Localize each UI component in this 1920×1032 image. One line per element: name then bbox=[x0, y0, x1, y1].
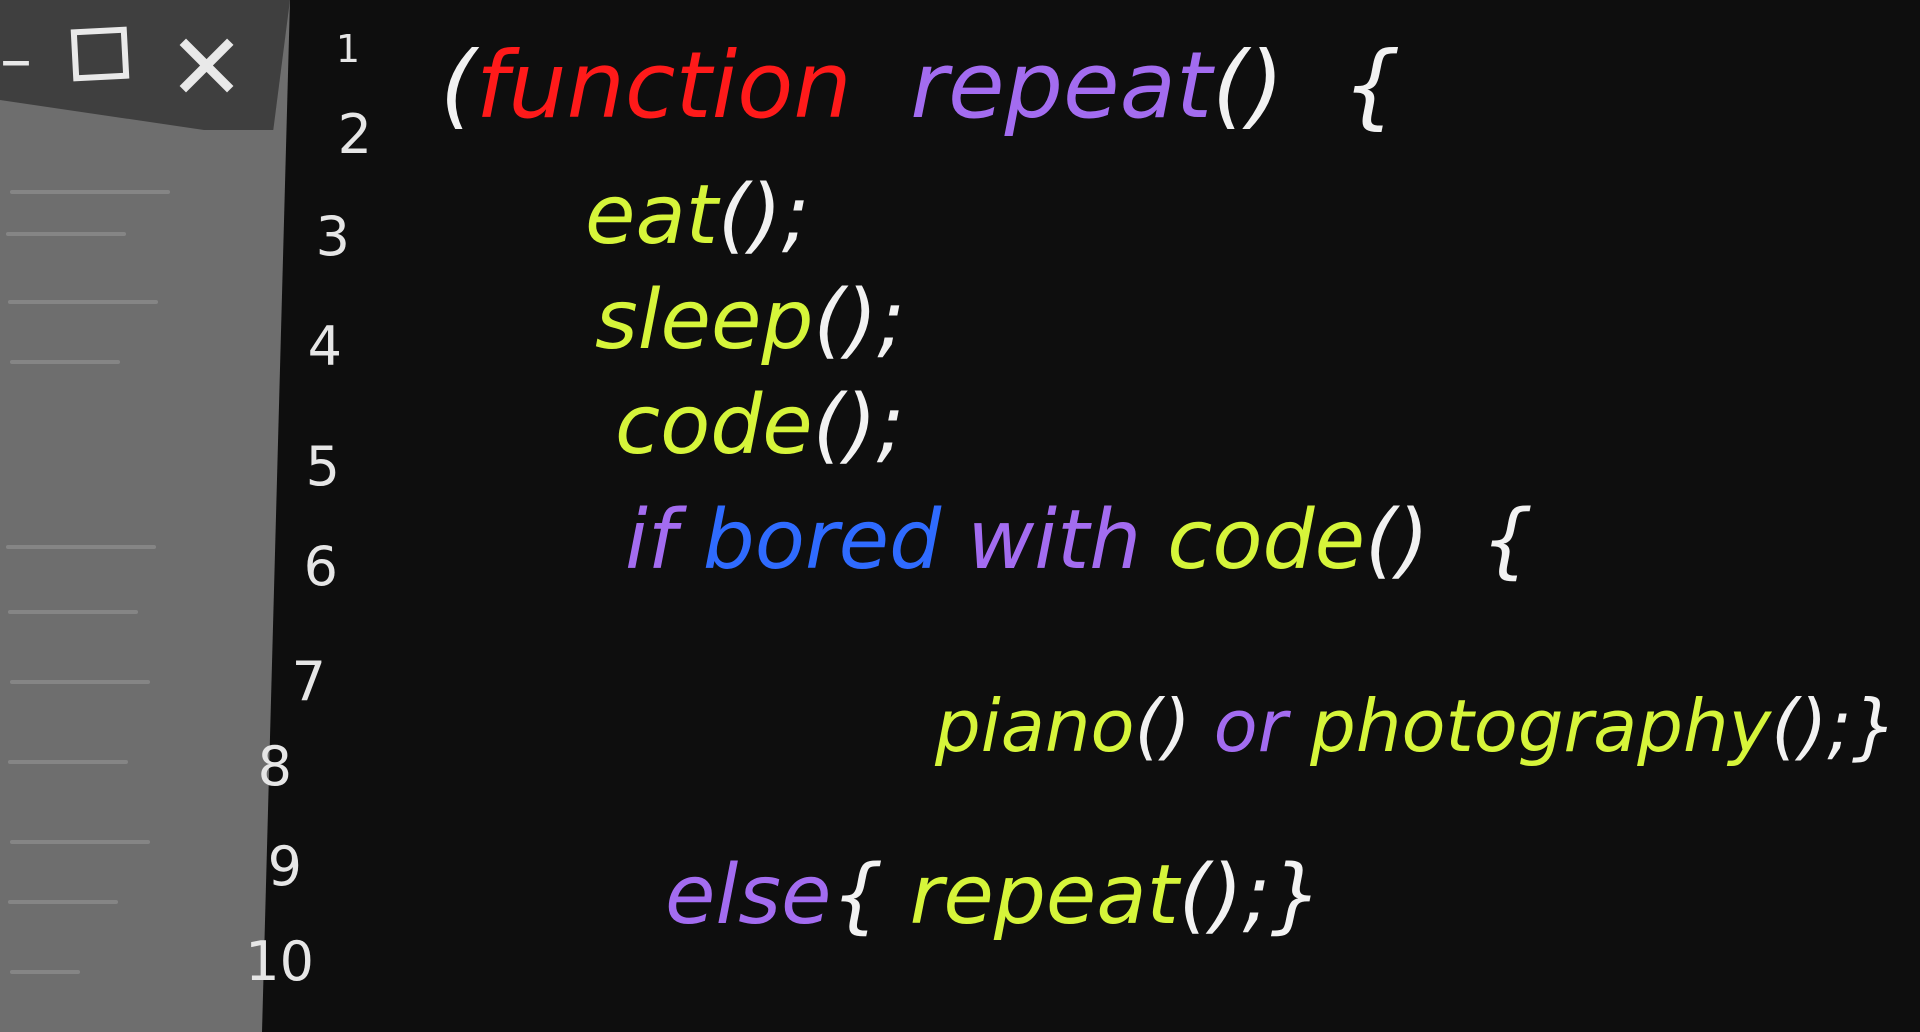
line-number: 5 bbox=[305, 435, 340, 498]
code-token: sleep bbox=[595, 273, 814, 368]
code-token: piano bbox=[935, 684, 1135, 768]
code-token: () bbox=[1134, 684, 1214, 768]
code-line[interactable]: piano() or photography();} bbox=[935, 690, 1897, 762]
code-line[interactable]: code(); bbox=[615, 385, 904, 467]
code-token: photography bbox=[1310, 684, 1772, 768]
line-number: 3 bbox=[315, 205, 350, 268]
code-token: function bbox=[475, 32, 852, 139]
line-number: 10 bbox=[245, 930, 314, 993]
code-line[interactable]: else{ repeat();} bbox=[665, 855, 1323, 937]
code-line[interactable]: eat(); bbox=[585, 175, 809, 257]
code-token: ();} bbox=[1178, 848, 1323, 943]
code-token: or bbox=[1213, 684, 1311, 768]
line-number: 6 bbox=[303, 535, 338, 598]
code-line[interactable]: sleep(); bbox=[595, 280, 905, 362]
code-token: bored bbox=[702, 493, 968, 588]
code-line[interactable]: if bored with code() { bbox=[625, 500, 1533, 582]
code-token: (); bbox=[717, 168, 810, 263]
line-number: 1 bbox=[335, 27, 360, 71]
code-token: code bbox=[1167, 493, 1366, 588]
line-number: 8 bbox=[257, 735, 292, 798]
code-token: { bbox=[831, 848, 910, 943]
code-token: repeat bbox=[851, 32, 1213, 139]
code-token: repeat bbox=[909, 848, 1179, 943]
line-number: 4 bbox=[307, 315, 342, 378]
code-token: (); bbox=[812, 378, 905, 473]
code-token: ( bbox=[440, 32, 476, 139]
line-number: 7 bbox=[291, 650, 326, 713]
line-number: 9 bbox=[267, 835, 302, 898]
code-token: () { bbox=[1365, 493, 1534, 588]
line-number: 2 bbox=[337, 103, 372, 166]
code-token: else bbox=[665, 848, 832, 943]
code-token: if bbox=[625, 493, 703, 588]
code-token: eat bbox=[585, 168, 718, 263]
code-line[interactable]: (function repeat() { bbox=[440, 40, 1401, 132]
code-token: with bbox=[967, 493, 1168, 588]
code-token: (); bbox=[813, 273, 906, 368]
code-token: code bbox=[615, 378, 813, 473]
code-editor[interactable]: 1 2 3 4 5 6 7 8 9 10 (function repeat() … bbox=[0, 0, 1920, 1032]
code-token: () { bbox=[1212, 32, 1401, 139]
code-token: ();} bbox=[1771, 684, 1898, 768]
